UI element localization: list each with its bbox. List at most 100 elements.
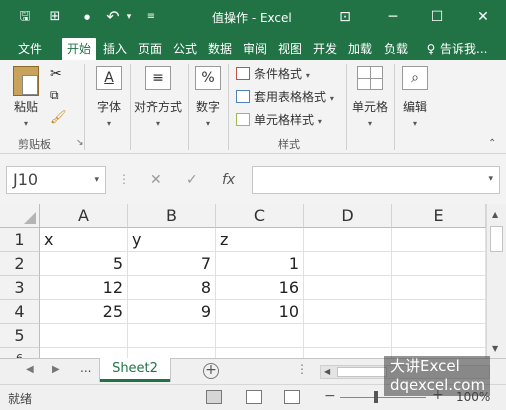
- row-header[interactable]: 6: [0, 348, 40, 358]
- maximize-icon[interactable]: ☐: [418, 0, 456, 34]
- paste-dropdown-icon[interactable]: ▾: [24, 119, 28, 128]
- row-header[interactable]: 3: [0, 276, 40, 300]
- cell-b3[interactable]: 8: [128, 276, 216, 300]
- tab-formulas[interactable]: 公式: [169, 38, 201, 60]
- cell-d1[interactable]: [304, 228, 392, 252]
- cell-b2[interactable]: 7: [128, 252, 216, 276]
- column-header-a[interactable]: A: [40, 204, 128, 228]
- save-icon[interactable]: 🖫: [16, 8, 34, 26]
- paste-button[interactable]: 粘贴 ▾: [8, 66, 44, 129]
- cell-c6[interactable]: [216, 348, 304, 358]
- minimize-icon[interactable]: ─: [374, 0, 412, 34]
- clipboard-dialog-icon[interactable]: ↘: [76, 138, 84, 148]
- editing-button[interactable]: ⌕ 编辑 ▾: [398, 66, 432, 129]
- horizontal-scroll-thumb[interactable]: [337, 367, 387, 377]
- page-layout-view-icon[interactable]: [246, 390, 262, 404]
- copy-icon[interactable]: ⧉: [50, 88, 59, 103]
- cell-a1[interactable]: x: [40, 228, 128, 252]
- cell-a3[interactable]: 12: [40, 276, 128, 300]
- tab-file[interactable]: 文件: [10, 38, 50, 60]
- tab-view[interactable]: 视图: [274, 38, 306, 60]
- vertical-scroll-thumb[interactable]: [490, 226, 503, 252]
- cell-e5[interactable]: [392, 324, 486, 348]
- name-box[interactable]: J10 ▾: [6, 166, 106, 194]
- format-painter-icon[interactable]: 🖌: [50, 110, 67, 125]
- cell-e2[interactable]: [392, 252, 486, 276]
- cell-d5[interactable]: [304, 324, 392, 348]
- tab-load[interactable]: 负载: [379, 38, 413, 60]
- cell-b4[interactable]: 9: [128, 300, 216, 324]
- cell-a6[interactable]: [40, 348, 128, 358]
- cell-d3[interactable]: [304, 276, 392, 300]
- tab-addins[interactable]: 加载: [344, 38, 376, 60]
- cell-d4[interactable]: [304, 300, 392, 324]
- ribbon-display-icon[interactable]: ⊡: [326, 0, 364, 34]
- cell-a5[interactable]: [40, 324, 128, 348]
- cell-d2[interactable]: [304, 252, 392, 276]
- cut-icon[interactable]: ✂: [50, 66, 62, 82]
- enter-icon[interactable]: ✓: [186, 172, 198, 188]
- customize-toolbar-icon[interactable]: ≡: [142, 8, 160, 26]
- tab-data[interactable]: 数据: [204, 38, 236, 60]
- cell-a4[interactable]: 25: [40, 300, 128, 324]
- collapse-ribbon-icon[interactable]: ⌃: [488, 138, 496, 149]
- tab-review[interactable]: 审阅: [239, 38, 271, 60]
- formula-input[interactable]: ▾: [252, 166, 500, 194]
- zoom-slider-track[interactable]: [340, 397, 426, 398]
- touch-mode-icon[interactable]: ⊞: [46, 8, 64, 26]
- worksheet-grid[interactable]: A B C D E 1 x y z 2 5 7 1 3 12 8 16 4 25…: [0, 204, 486, 358]
- undo-dropdown-icon[interactable]: ▾: [120, 8, 138, 26]
- alignment-button[interactable]: ≡ 对齐方式 ▾: [132, 66, 184, 129]
- select-all-corner[interactable]: [0, 204, 40, 228]
- add-sheet-icon[interactable]: +: [203, 363, 219, 379]
- font-button[interactable]: A 字体 ▾: [92, 66, 126, 129]
- sheet-tab-sheet2[interactable]: Sheet2: [100, 358, 170, 382]
- cells-button[interactable]: 单元格 ▾: [350, 66, 390, 129]
- tab-developer[interactable]: 开发: [309, 38, 341, 60]
- column-header-b[interactable]: B: [128, 204, 216, 228]
- cancel-icon[interactable]: ✕: [150, 172, 162, 188]
- next-sheet-icon[interactable]: ▶: [52, 364, 60, 375]
- cell-c3[interactable]: 16: [216, 276, 304, 300]
- column-header-e[interactable]: E: [392, 204, 486, 228]
- format-as-table-button[interactable]: 套用表格格式 ▾: [236, 87, 334, 107]
- vertical-scrollbar[interactable]: ▲ ▼: [486, 204, 506, 358]
- column-header-d[interactable]: D: [304, 204, 392, 228]
- scroll-up-icon[interactable]: ▲: [492, 210, 498, 219]
- column-header-c[interactable]: C: [216, 204, 304, 228]
- cell-b1[interactable]: y: [128, 228, 216, 252]
- more-sheets-button[interactable]: ...: [80, 361, 91, 375]
- cell-e3[interactable]: [392, 276, 486, 300]
- cell-b6[interactable]: [128, 348, 216, 358]
- scroll-left-icon[interactable]: ◀: [324, 367, 330, 376]
- cell-c5[interactable]: [216, 324, 304, 348]
- name-box-dropdown-icon[interactable]: ▾: [94, 167, 99, 193]
- zoom-slider-knob[interactable]: [374, 391, 378, 403]
- cell-a2[interactable]: 5: [40, 252, 128, 276]
- cell-styles-button[interactable]: 单元格样式 ▾: [236, 110, 322, 130]
- row-header[interactable]: 2: [0, 252, 40, 276]
- normal-view-icon[interactable]: [206, 390, 222, 404]
- tab-page-layout[interactable]: 页面: [134, 38, 166, 60]
- cell-e1[interactable]: [392, 228, 486, 252]
- insert-function-icon[interactable]: fx: [222, 172, 235, 188]
- cell-d6[interactable]: [304, 348, 392, 358]
- cell-b5[interactable]: [128, 324, 216, 348]
- row-header[interactable]: 4: [0, 300, 40, 324]
- prev-sheet-icon[interactable]: ◀: [26, 364, 34, 375]
- cell-c1[interactable]: z: [216, 228, 304, 252]
- cell-e4[interactable]: [392, 300, 486, 324]
- conditional-format-button[interactable]: 条件格式 ▾: [236, 64, 310, 84]
- scroll-down-icon[interactable]: ▼: [492, 344, 498, 353]
- tell-me-search[interactable]: 告诉我...: [440, 38, 504, 60]
- number-button[interactable]: % 数字 ▾: [192, 66, 224, 129]
- close-icon[interactable]: ✕: [464, 0, 502, 34]
- row-header[interactable]: 5: [0, 324, 40, 348]
- expand-formula-icon[interactable]: ▾: [488, 174, 493, 184]
- row-header[interactable]: 1: [0, 228, 40, 252]
- tab-insert[interactable]: 插入: [99, 38, 131, 60]
- cell-c4[interactable]: 10: [216, 300, 304, 324]
- page-break-view-icon[interactable]: [284, 390, 300, 404]
- cell-c2[interactable]: 1: [216, 252, 304, 276]
- tab-home[interactable]: 开始: [62, 38, 96, 60]
